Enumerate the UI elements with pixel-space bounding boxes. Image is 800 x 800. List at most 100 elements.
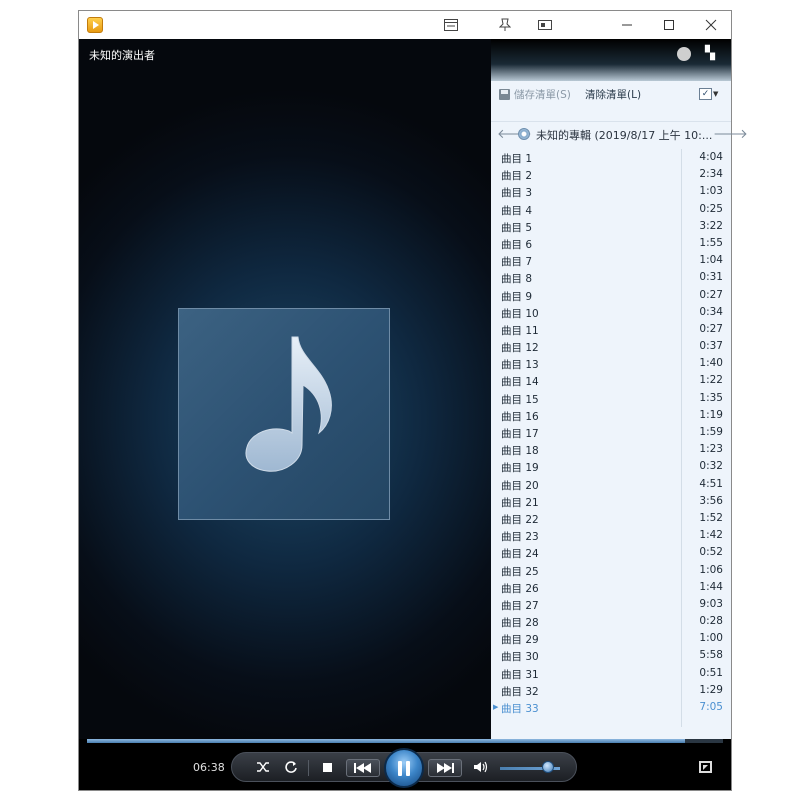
switch-to-library-icon[interactable]: ▚ [705,47,721,61]
shuffle-icon[interactable] [254,758,272,776]
track-row[interactable]: 曲目 25 1:06 [491,562,731,579]
track-duration: 1:22 [699,374,723,387]
album-title[interactable]: 未知的專輯 (2019/8/17 上午 10:... [536,127,712,143]
track-duration: 3:22 [699,219,723,232]
track-title: 曲目 11 [501,324,539,337]
track-row[interactable]: ▶ 曲目 33 7:05 [491,699,731,716]
pause-icon[interactable] [384,748,424,788]
track-title: 曲目 22 [501,513,539,526]
media-player-window: 未知的演出者 ▚ 儲存清單(S) 清除清單(L) ✓ ▼ 🡐 未知的專輯 (20… [78,10,748,791]
track-duration: 5:58 [699,649,723,662]
transport-controls: 06:38 [79,745,731,790]
track-row[interactable]: 曲目 12 0:37 [491,338,731,355]
track-title: 曲目 23 [501,531,539,544]
track-row[interactable]: 曲目 26 1:44 [491,579,731,596]
next-icon[interactable] [428,759,462,777]
track-row[interactable]: 曲目 3 1:03 [491,183,731,200]
minimize-button[interactable] [607,11,647,39]
track-title: 曲目 18 [501,445,539,458]
pin-icon[interactable] [485,11,525,39]
close-button[interactable] [691,11,731,39]
track-title: 曲目 5 [501,221,533,234]
forward-arrow-icon[interactable]: 🡒 [713,126,748,142]
track-row[interactable]: 曲目 1 4:04 [491,149,731,166]
track-row[interactable]: 曲目 31 0:51 [491,665,731,682]
track-title: 曲目 26 [501,582,539,595]
track-duration: 0:27 [699,288,723,301]
track-row[interactable]: 曲目 18 1:23 [491,441,731,458]
list-pane-header: ▚ [491,39,731,81]
clear-list-button[interactable]: 清除清單(L) [585,87,641,102]
track-row[interactable]: 曲目 29 1:00 [491,630,731,647]
playlist-panel: 儲存清單(S) 清除清單(L) ✓ ▼ 🡐 未知的專輯 (2019/8/17 上… [491,81,748,739]
track-duration: 2:34 [699,168,723,181]
volume-slider-thumb[interactable] [542,761,554,773]
track-row[interactable]: 曲目 17 1:59 [491,424,731,441]
track-row[interactable]: 曲目 20 4:51 [491,476,731,493]
track-row[interactable]: 曲目 4 0:25 [491,201,731,218]
fullscreen-icon[interactable] [699,761,712,773]
switch-view-icon[interactable] [525,11,565,39]
track-title: 曲目 16 [501,410,539,423]
previous-icon[interactable] [346,759,380,777]
track-title: 曲目 15 [501,393,539,406]
track-title: 曲目 32 [501,685,539,698]
track-row[interactable]: 曲目 28 0:28 [491,613,731,630]
maximize-button[interactable] [649,11,689,39]
track-duration: 1:42 [699,529,723,542]
track-duration: 0:28 [699,615,723,628]
track-row[interactable]: 曲目 27 9:03 [491,596,731,613]
volume-icon[interactable] [472,758,490,776]
track-row[interactable]: 曲目 21 3:56 [491,493,731,510]
track-title: 曲目 8 [501,273,533,286]
track-duration: 1:35 [699,391,723,404]
track-duration: 0:31 [699,271,723,284]
album-art-placeholder [178,308,390,520]
now-playing-marker: ▶ [493,703,499,711]
track-row[interactable]: 曲目 10 0:34 [491,304,731,321]
stop-icon[interactable] [318,758,336,776]
info-center-icon[interactable] [677,47,691,61]
track-title: 曲目 24 [501,548,539,561]
track-row[interactable]: 曲目 14 1:22 [491,372,731,389]
save-list-button[interactable]: 儲存清單(S) [499,87,571,102]
separator [308,760,309,776]
track-title: 曲目 29 [501,634,539,647]
seek-bar-fill [87,739,685,743]
seek-bar[interactable] [87,739,723,743]
artist-name: 未知的演出者 [89,49,155,62]
track-row[interactable]: 曲目 9 0:27 [491,287,731,304]
track-row[interactable]: 曲目 15 1:35 [491,390,731,407]
track-row[interactable]: 曲目 19 0:32 [491,458,731,475]
track-title: 曲目 33 [501,703,539,715]
mini-mode-icon[interactable] [431,11,471,39]
track-row[interactable]: 曲目 13 1:40 [491,355,731,372]
now-playing-area[interactable]: 未知的演出者 [79,39,491,739]
repeat-icon[interactable] [282,758,300,776]
track-row[interactable]: 曲目 16 1:19 [491,407,731,424]
track-row[interactable]: 曲目 32 1:29 [491,682,731,699]
track-row[interactable]: 曲目 22 1:52 [491,510,731,527]
track-row[interactable]: 曲目 8 0:31 [491,269,731,286]
track-title: 曲目 14 [501,376,539,389]
track-title: 曲目 2 [501,170,533,183]
track-row[interactable]: 曲目 7 1:04 [491,252,731,269]
track-row[interactable]: 曲目 2 2:34 [491,166,731,183]
track-duration: 4:51 [699,477,723,490]
list-options-button[interactable]: ✓ ▼ [699,87,721,101]
track-row[interactable]: 曲目 5 3:22 [491,218,731,235]
save-list-label: 儲存清單(S) [514,89,571,101]
track-row[interactable]: 曲目 23 1:42 [491,527,731,544]
track-title: 曲目 7 [501,256,533,269]
track-title: 曲目 25 [501,565,539,578]
track-row[interactable]: 曲目 30 5:58 [491,647,731,664]
track-duration: 4:04 [699,151,723,163]
track-duration: 0:52 [699,546,723,559]
track-duration: 1:29 [699,683,723,696]
track-duration: 0:32 [699,460,723,473]
track-row[interactable]: 曲目 24 0:52 [491,544,731,561]
track-row[interactable]: 曲目 11 0:27 [491,321,731,338]
cd-icon [518,128,530,140]
track-row[interactable]: 曲目 6 1:55 [491,235,731,252]
track-title: 曲目 13 [501,359,539,372]
